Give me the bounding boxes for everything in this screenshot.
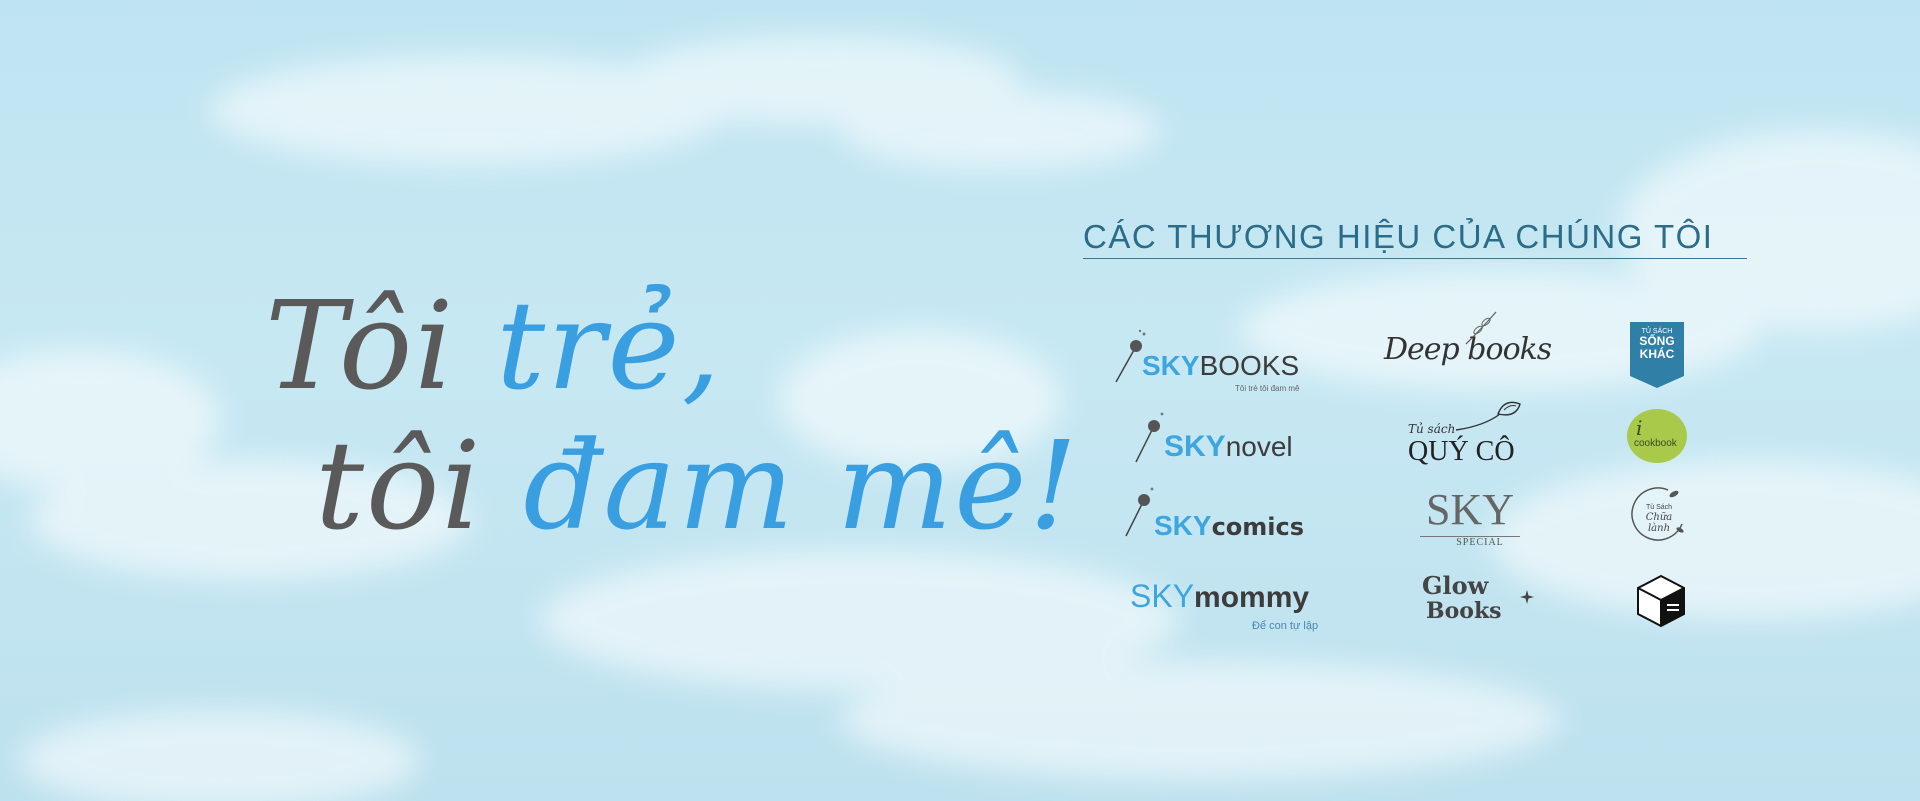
logo-icookbook[interactable]: i cookbook bbox=[1626, 408, 1688, 464]
deepbooks-name: Deep books bbox=[1384, 332, 1552, 367]
logo-skymommy[interactable]: SKYmommy Để con tự lập bbox=[1130, 580, 1340, 638]
logo-deepbooks[interactable]: Deep books bbox=[1384, 308, 1552, 388]
skycomics-name: comics bbox=[1211, 513, 1305, 541]
skymommy-sky: SKY bbox=[1130, 578, 1195, 614]
logo-skycomics[interactable]: SKYcomics bbox=[1122, 484, 1342, 542]
tagline-line2-part2: đam mê! bbox=[523, 415, 1080, 557]
logo-quyco[interactable]: Tủ sách QUÝ CÔ bbox=[1400, 396, 1540, 467]
brands-title: CÁC THƯƠNG HIỆU CỦA CHÚNG TÔI bbox=[1083, 218, 1747, 259]
quyco-small: Tủ sách bbox=[1408, 422, 1456, 436]
tagline: Tôi trẻ, tôi đam mê! bbox=[265, 285, 1077, 565]
tagline-line2-part1: tôi bbox=[315, 415, 524, 557]
glowbooks-line2: Books bbox=[1426, 598, 1502, 624]
logo-chualanh[interactable]: Tủ Sách Chữa lành bbox=[1628, 484, 1690, 546]
skyspecial-sub: SPECIAL bbox=[1420, 536, 1520, 548]
logo-skyspecial[interactable]: SKY SPECIAL bbox=[1420, 488, 1520, 548]
skycomics-sky: SKY bbox=[1154, 510, 1212, 541]
chualanh-line2: Chữa lành bbox=[1645, 511, 1673, 534]
sparkle-icon bbox=[1520, 590, 1534, 604]
lotus-flower-icon bbox=[1455, 401, 1521, 431]
skybooks-name: BOOKS bbox=[1199, 350, 1300, 381]
logo-glowbooks[interactable]: Glow Books bbox=[1420, 574, 1538, 630]
tagline-line-2: tôi đam mê! bbox=[315, 425, 1080, 547]
skynovel-sky: SKY bbox=[1164, 430, 1226, 463]
icookbook-i: i bbox=[1636, 416, 1643, 440]
chualanh-line1: Tủ Sách bbox=[1645, 504, 1673, 511]
icookbook-name: cookbook bbox=[1634, 438, 1677, 449]
glowbooks-line1: Glow bbox=[1422, 571, 1489, 600]
skymommy-name: mommy bbox=[1194, 581, 1310, 614]
logo-box[interactable] bbox=[1636, 574, 1686, 628]
tagline-line1-part2: trẻ, bbox=[496, 275, 723, 417]
skynovel-name: novel bbox=[1225, 431, 1293, 462]
tagline-line-1: Tôi trẻ, bbox=[265, 285, 722, 407]
logo-songkhac[interactable]: TỦ SÁCH SỐNG KHÁC bbox=[1630, 322, 1684, 388]
skymommy-sub: Để con tự lập bbox=[1252, 620, 1319, 632]
tagline-line1-part1: Tôi bbox=[265, 275, 497, 417]
skybooks-sky: SKY bbox=[1142, 350, 1200, 381]
logo-skynovel[interactable]: SKYnovel bbox=[1132, 408, 1332, 470]
skybooks-sub: Tôi trẻ tôi đam mê bbox=[1235, 384, 1300, 393]
skyspecial-name: SKY bbox=[1425, 485, 1515, 534]
logo-skybooks[interactable]: SKYBOOKS Tôi trẻ tôi đam mê bbox=[1110, 326, 1340, 396]
quyco-name: QUÝ CÔ bbox=[1408, 436, 1515, 467]
songkhac-line3: KHÁC bbox=[1639, 346, 1675, 361]
cube-box-icon bbox=[1637, 574, 1685, 628]
